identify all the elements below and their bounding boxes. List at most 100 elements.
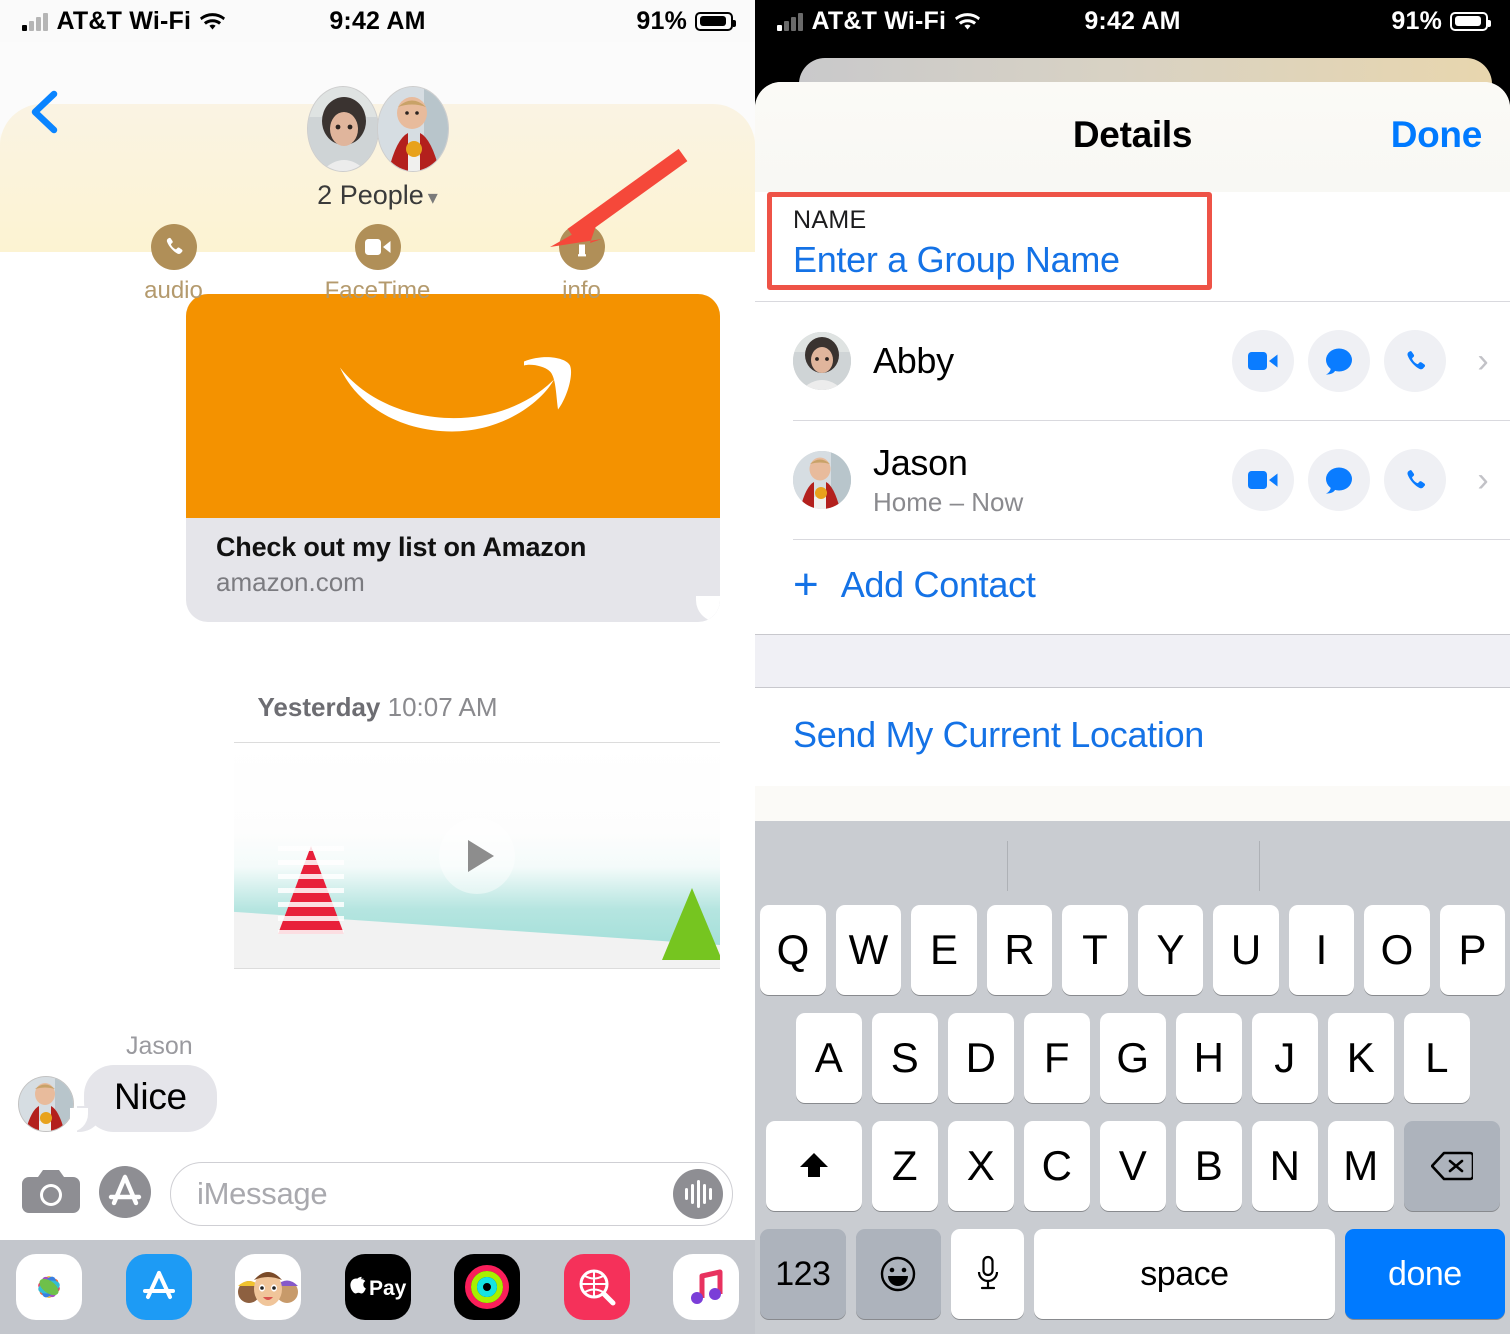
message-row: Nice: [18, 1065, 217, 1132]
contact-row-abby[interactable]: Abby ›: [755, 302, 1510, 420]
predictive-bar[interactable]: [755, 827, 1510, 905]
phone-icon[interactable]: [1384, 449, 1446, 511]
status-bar-battery-group: 91%: [636, 6, 736, 36]
add-contact-button[interactable]: + Add Contact: [755, 540, 1510, 634]
phone-icon: [150, 224, 197, 270]
memoji-app-icon[interactable]: [235, 1254, 301, 1320]
audio-waveform-icon[interactable]: [673, 1169, 723, 1219]
conversation-header: 2 People ▾ audio FaceTime info: [0, 42, 755, 304]
status-bar-right: AT&T Wi-Fi 9:42 AM 91%: [755, 0, 1510, 42]
chevron-down-icon: ▾: [427, 187, 438, 209]
video-camera-icon[interactable]: [1232, 449, 1294, 511]
link-preview-url: amazon.com: [216, 567, 365, 597]
key-B[interactable]: B: [1175, 1121, 1242, 1211]
key-N[interactable]: N: [1251, 1121, 1318, 1211]
phone-icon[interactable]: [1384, 330, 1446, 392]
key-P[interactable]: P: [1439, 905, 1505, 995]
video-camera-icon: [354, 224, 401, 270]
send-location-label: Send My Current Location: [793, 714, 1205, 755]
images-search-app-icon[interactable]: [563, 1254, 630, 1320]
key-X[interactable]: X: [947, 1121, 1014, 1211]
key-R[interactable]: R: [986, 905, 1052, 995]
message-thread[interactable]: Check out my list on Amazon amazon.com Y…: [0, 252, 755, 1148]
key-Z[interactable]: Z: [871, 1121, 938, 1211]
camera-icon[interactable]: [22, 1169, 80, 1220]
status-bar-carrier-group: AT&T Wi-Fi: [777, 6, 981, 36]
key-L[interactable]: L: [1403, 1013, 1470, 1103]
link-preview-title: Check out my list on Amazon: [216, 532, 587, 562]
play-icon[interactable]: [439, 817, 515, 894]
participants-label: 2 People: [317, 180, 424, 210]
key-H[interactable]: H: [1175, 1013, 1242, 1103]
return-key[interactable]: done: [1344, 1229, 1506, 1319]
done-button[interactable]: Done: [1391, 114, 1483, 156]
app-store-app-icon[interactable]: [125, 1254, 192, 1320]
chevron-right-icon[interactable]: ›: [1466, 342, 1500, 381]
contact-status: Home – Now: [873, 487, 1024, 517]
send-location-button[interactable]: Send My Current Location: [755, 688, 1510, 786]
add-contact-label: Add Contact: [840, 564, 1036, 605]
on-screen-keyboard[interactable]: Q W E R T Y U I O P A S D F G H J K L Z …: [755, 821, 1510, 1334]
key-D[interactable]: D: [947, 1013, 1014, 1103]
numbers-key[interactable]: 123: [760, 1229, 846, 1319]
key-I[interactable]: I: [1288, 905, 1354, 995]
imessage-app-dock[interactable]: Pay: [0, 1240, 755, 1334]
status-bar-battery-group: 91%: [1391, 7, 1491, 36]
status-bar-left: AT&T Wi-Fi 9:42 AM 91%: [0, 0, 755, 42]
microphone-icon[interactable]: [951, 1229, 1025, 1319]
group-name-row[interactable]: NAME Enter a Group Name: [755, 192, 1510, 301]
audio-call-label: audio: [144, 277, 203, 304]
key-M[interactable]: M: [1327, 1121, 1394, 1211]
app-store-icon[interactable]: [98, 1165, 152, 1224]
message-bubble-icon[interactable]: [1308, 449, 1370, 511]
key-E[interactable]: E: [911, 905, 977, 995]
key-T[interactable]: T: [1062, 905, 1128, 995]
contact-row-jason[interactable]: Jason Home – Now ›: [755, 421, 1510, 539]
avatar: [793, 332, 851, 390]
video-camera-icon[interactable]: [1232, 330, 1294, 392]
link-preview-bubble[interactable]: Check out my list on Amazon amazon.com: [186, 294, 720, 622]
group-name-input[interactable]: Enter a Group Name: [793, 239, 1472, 281]
message-bubble-icon[interactable]: [1308, 330, 1370, 392]
key-V[interactable]: V: [1099, 1121, 1166, 1211]
key-K[interactable]: K: [1327, 1013, 1394, 1103]
carrier-label: AT&T Wi-Fi: [811, 6, 947, 35]
key-C[interactable]: C: [1023, 1121, 1090, 1211]
video-message[interactable]: [234, 742, 720, 969]
activity-app-icon[interactable]: [454, 1254, 520, 1320]
key-A[interactable]: A: [795, 1013, 862, 1103]
photos-app-icon[interactable]: [16, 1254, 82, 1320]
key-Q[interactable]: Q: [760, 905, 826, 995]
audio-call-button[interactable]: audio: [114, 224, 234, 305]
shift-arrow-icon[interactable]: [765, 1121, 862, 1211]
battery-percent-label: 91%: [636, 6, 687, 35]
apple-pay-app-icon[interactable]: Pay: [344, 1254, 411, 1320]
keyboard-row-3: Z X C V B N M: [755, 1121, 1510, 1211]
key-F[interactable]: F: [1023, 1013, 1090, 1103]
key-W[interactable]: W: [835, 905, 901, 995]
key-S[interactable]: S: [871, 1013, 938, 1103]
message-bubble[interactable]: Nice: [70, 1065, 217, 1132]
sender-avatar: [18, 1076, 74, 1132]
backspace-icon[interactable]: [1403, 1121, 1500, 1211]
svg-text:Pay: Pay: [369, 1277, 407, 1300]
space-key[interactable]: space: [1034, 1229, 1335, 1319]
timestamp-time: 10:07 AM: [387, 692, 498, 722]
video-thumbnail: [234, 743, 720, 968]
key-U[interactable]: U: [1213, 905, 1279, 995]
smiley-icon[interactable]: [855, 1229, 942, 1319]
back-button[interactable]: [28, 90, 62, 134]
music-app-icon[interactable]: [673, 1254, 739, 1320]
keyboard-row-4: 123 space done: [755, 1229, 1510, 1319]
facetime-button[interactable]: FaceTime: [318, 224, 438, 305]
key-J[interactable]: J: [1251, 1013, 1318, 1103]
imessage-input[interactable]: iMessage: [170, 1162, 733, 1226]
key-G[interactable]: G: [1099, 1013, 1166, 1103]
cellular-signal-icon: [777, 12, 803, 31]
avatar: [793, 451, 851, 509]
sheet-header: Details Done: [755, 82, 1510, 192]
contact-actions: ›: [1232, 449, 1500, 511]
chevron-right-icon[interactable]: ›: [1466, 461, 1500, 500]
key-O[interactable]: O: [1364, 905, 1430, 995]
key-Y[interactable]: Y: [1137, 905, 1203, 995]
